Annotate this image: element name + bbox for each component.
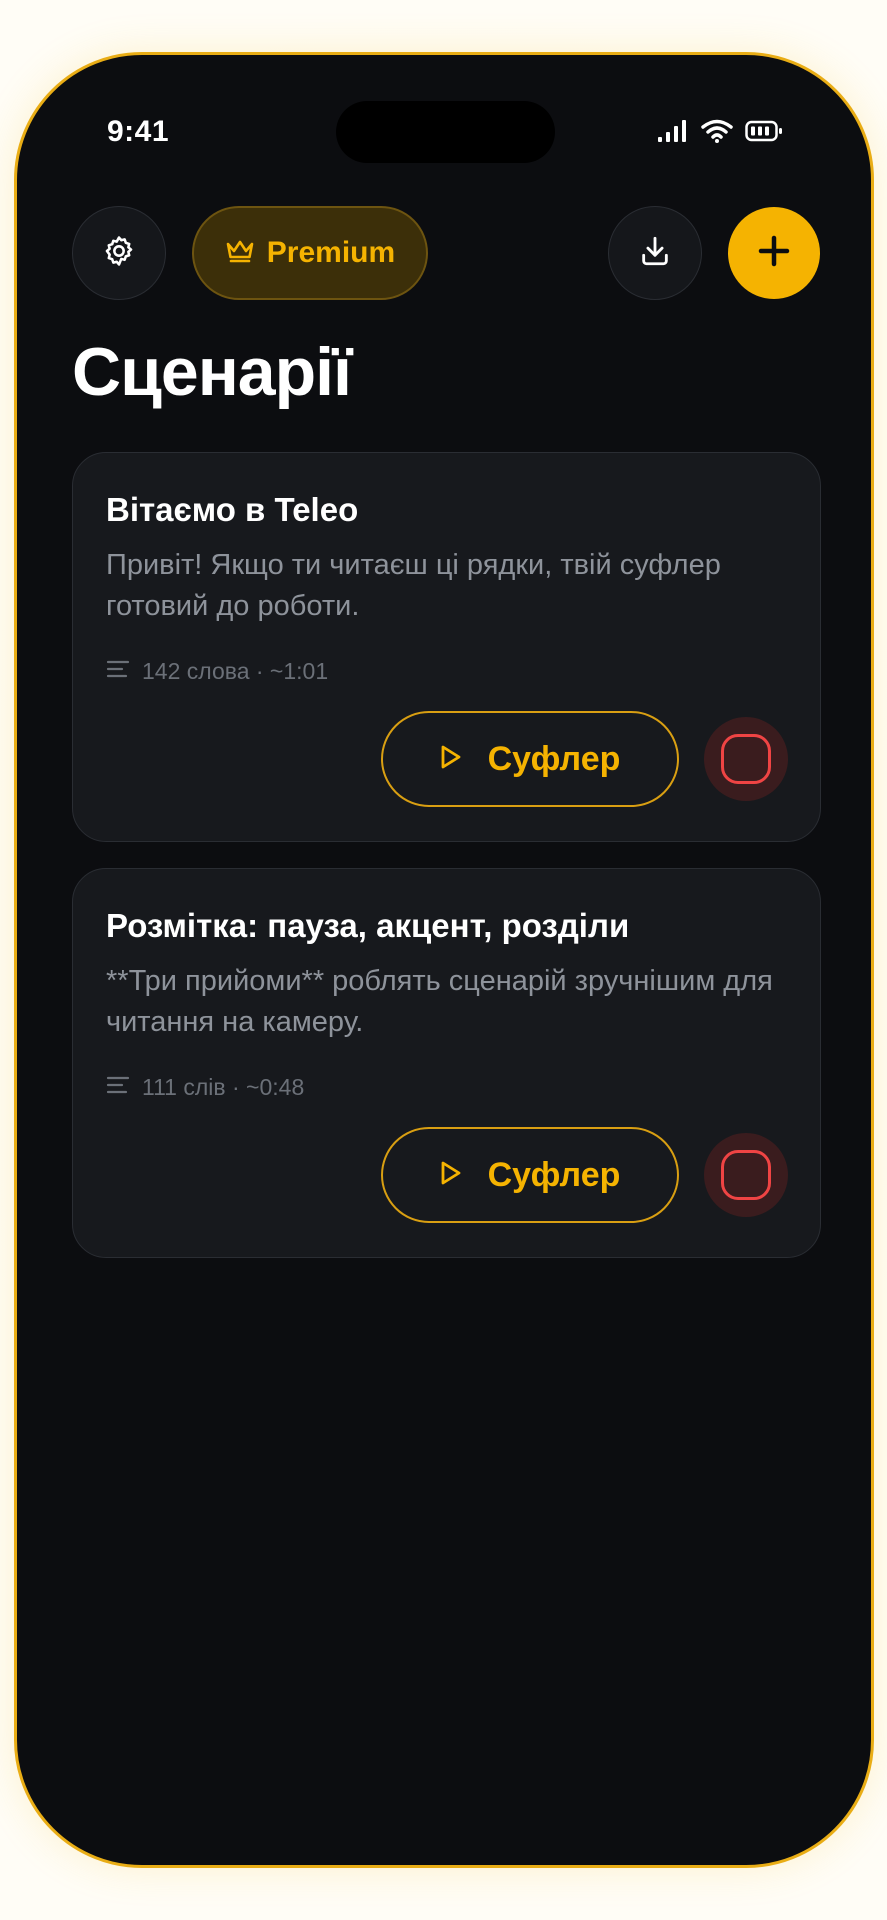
page-title: Сценарії bbox=[72, 334, 352, 410]
download-button[interactable] bbox=[608, 206, 702, 300]
wifi-icon bbox=[701, 119, 733, 143]
status-time: 9:41 bbox=[107, 115, 170, 148]
prompter-label: Суфлер bbox=[487, 739, 621, 778]
prompter-button[interactable]: Суфлер bbox=[381, 1127, 679, 1223]
script-meta: 142 слова · ~1:01 bbox=[106, 658, 328, 685]
status-icons bbox=[657, 119, 783, 143]
settings-button[interactable] bbox=[72, 206, 166, 300]
play-icon bbox=[440, 744, 462, 775]
play-icon bbox=[440, 1160, 462, 1191]
record-icon bbox=[721, 734, 771, 784]
crown-icon bbox=[225, 238, 255, 269]
premium-label: Premium bbox=[266, 236, 396, 269]
toolbar: Premium bbox=[17, 206, 871, 302]
prompter-button[interactable]: Суфлер bbox=[381, 711, 679, 807]
add-script-button[interactable] bbox=[728, 207, 820, 299]
text-lines-icon bbox=[106, 658, 130, 685]
cellular-signal-icon bbox=[657, 119, 689, 143]
script-preview: **Три прийоми** роблять сценарій зручніш… bbox=[106, 965, 773, 1038]
phone-frame: 9:41 Premium Сценарії Вітаємо в Teleo Пр… bbox=[14, 52, 874, 1868]
record-icon bbox=[721, 1150, 771, 1200]
script-meta: 111 слів · ~0:48 bbox=[106, 1074, 304, 1101]
script-title: Вітаємо в Teleo bbox=[106, 491, 359, 528]
battery-icon bbox=[745, 120, 783, 142]
script-preview: Привіт! Якщо ти читаєш ці рядки, твій су… bbox=[106, 549, 721, 622]
record-button[interactable] bbox=[704, 717, 788, 801]
script-card[interactable]: Розмітка: пауза, акцент, розділи **Три п… bbox=[72, 868, 821, 1258]
dynamic-island bbox=[336, 101, 555, 163]
script-meta-text: 142 слова · ~1:01 bbox=[142, 658, 329, 684]
script-card[interactable]: Вітаємо в Teleo Привіт! Якщо ти читаєш ц… bbox=[72, 452, 821, 842]
prompter-label: Суфлер bbox=[487, 1155, 621, 1194]
plus-icon bbox=[757, 234, 791, 273]
status-bar: 9:41 bbox=[17, 55, 871, 205]
record-button[interactable] bbox=[704, 1133, 788, 1217]
gear-icon bbox=[102, 234, 136, 273]
script-title: Розмітка: пауза, акцент, розділи bbox=[106, 907, 630, 944]
premium-button[interactable]: Premium bbox=[192, 206, 428, 300]
text-lines-icon bbox=[106, 1074, 130, 1101]
script-meta-text: 111 слів · ~0:48 bbox=[142, 1074, 305, 1100]
download-icon bbox=[638, 234, 672, 273]
